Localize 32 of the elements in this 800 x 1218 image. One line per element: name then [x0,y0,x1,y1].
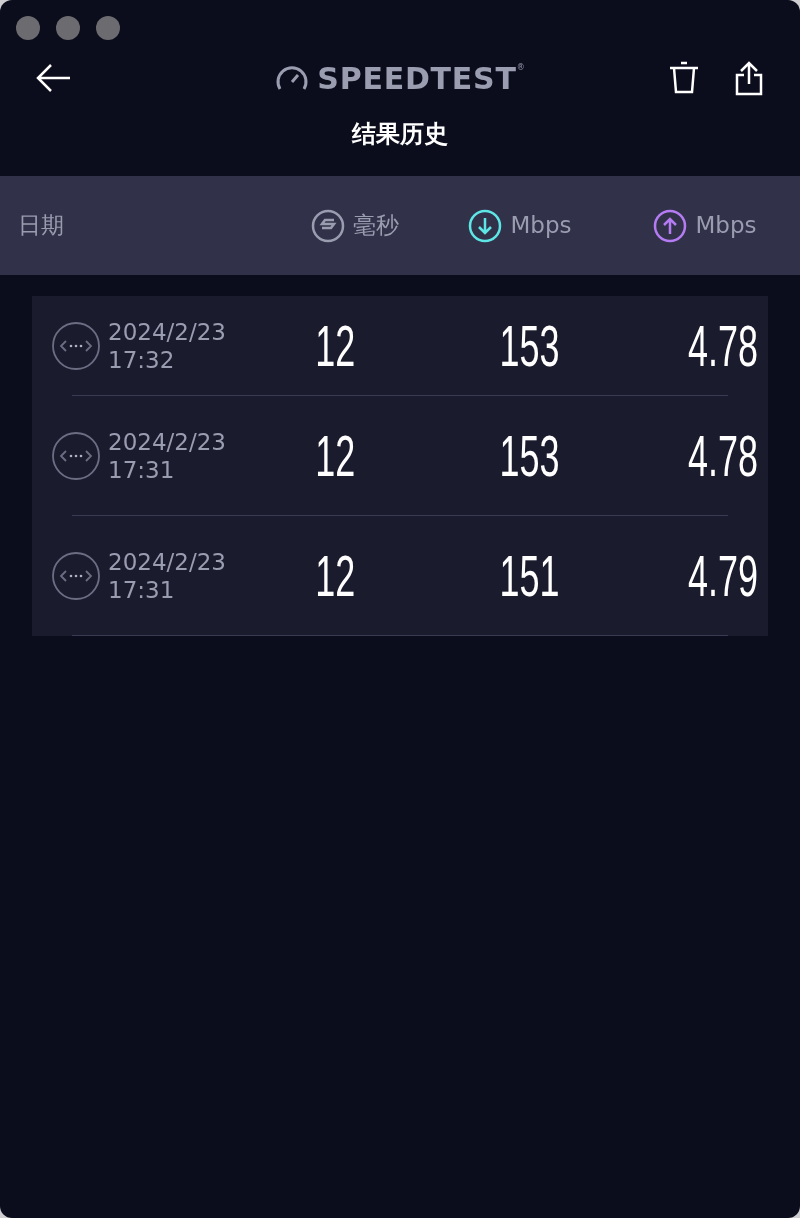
upload-value: 4.78 [688,422,758,490]
connection-icon [52,551,100,600]
download-icon [468,208,503,243]
page-title: 结果历史 [352,119,448,150]
column-header: Mbps [510,211,572,241]
result-time: 17:31 [108,455,176,484]
trademark-symbol: ® [516,61,525,74]
trash-icon[interactable] [668,61,700,95]
brand-name: SPEEDTEST [317,59,517,98]
result-time: 17:31 [108,575,176,604]
download-value: 153 [499,422,560,490]
ping-icon [311,208,345,243]
result-date: 2024/2/23 [108,547,226,576]
download-value: 151 [499,542,560,610]
back-icon[interactable] [36,63,72,93]
result-date: 2024/2/23 [108,427,226,456]
ping-value: 12 [315,422,356,490]
connection-icon [52,431,100,480]
column-header: 日期 [18,211,64,241]
result-time: 17:32 [108,345,176,374]
column-header: 毫秒 [353,211,399,241]
share-icon[interactable] [734,60,764,96]
connection-icon [52,321,100,370]
ping-value: 12 [315,542,356,610]
ping-value: 12 [315,312,356,380]
gauge-icon [275,65,310,91]
upload-value: 4.78 [688,312,758,380]
column-header: Mbps [695,211,757,241]
upload-icon [653,208,688,243]
upload-value: 4.79 [688,542,758,610]
result-date: 2024/2/23 [108,317,226,346]
download-value: 153 [499,312,560,380]
